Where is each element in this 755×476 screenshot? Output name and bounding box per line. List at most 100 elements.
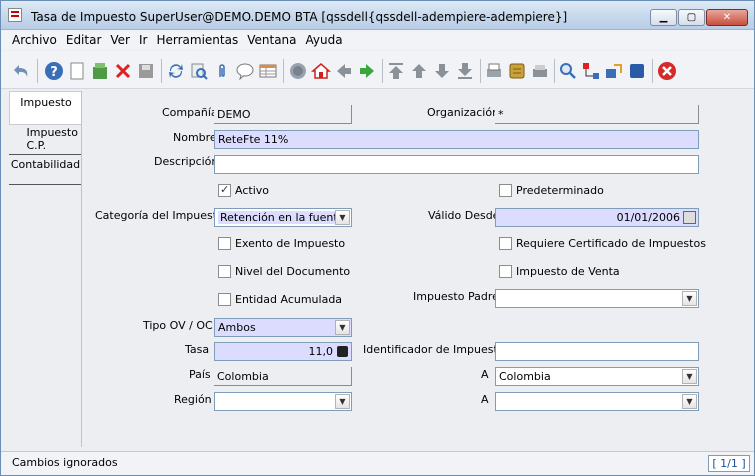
chevron-down-icon[interactable]: ▼ xyxy=(335,210,350,225)
record-position-indicator[interactable]: [ 1/1 ] xyxy=(708,455,750,472)
chat-button[interactable] xyxy=(234,60,256,82)
next-window-icon xyxy=(360,64,374,78)
tax-exempt-checkbox-box[interactable] xyxy=(218,237,231,250)
to-country-select[interactable]: Colombia ▼ xyxy=(495,367,699,386)
requires-tax-certificate-checkbox[interactable]: Requiere Certificado de Impuestos xyxy=(499,237,706,250)
tax-exempt-checkbox[interactable]: Exento de Impuesto xyxy=(218,237,345,250)
new-record-button[interactable] xyxy=(66,60,88,82)
chevron-down-icon[interactable]: ▼ xyxy=(335,320,350,335)
grid-toggle-button[interactable] xyxy=(257,60,279,82)
active-workflows-icon xyxy=(583,63,599,79)
previous-window-button[interactable] xyxy=(333,60,355,82)
refresh-icon xyxy=(169,64,183,78)
menu-ir[interactable]: Ir xyxy=(135,33,152,47)
next-record-button[interactable] xyxy=(431,60,453,82)
tax-indicator-label: Identificador de Impuesto xyxy=(363,343,505,356)
archive-button[interactable] xyxy=(506,60,528,82)
menu-editar[interactable]: Editar xyxy=(62,33,107,47)
find-button[interactable] xyxy=(188,60,210,82)
document-level-checkbox-box[interactable] xyxy=(218,265,231,278)
record-form: Compañía DEMO Organización * Nombre Rete… xyxy=(81,91,748,447)
name-label: Nombre xyxy=(173,131,217,144)
application-window: Tasa de Impuesto SuperUser@DEMO.DEMO BTA… xyxy=(0,0,755,476)
sales-tax-checkbox-box[interactable] xyxy=(499,265,512,278)
attachment-button[interactable] xyxy=(211,60,233,82)
app-icon xyxy=(8,8,22,22)
grid-toggle-icon xyxy=(259,64,277,78)
history-button[interactable] xyxy=(287,60,309,82)
chevron-down-icon[interactable]: ▼ xyxy=(682,394,697,409)
zoom-across-icon xyxy=(560,63,576,79)
sales-tax-checkbox[interactable]: Impuesto de Venta xyxy=(499,265,620,278)
tax-indicator-input[interactable] xyxy=(495,342,699,361)
print-button[interactable] xyxy=(529,60,551,82)
valid-from-label: Válido Desde xyxy=(428,209,500,222)
rate-input[interactable]: 11,0 xyxy=(214,342,352,361)
country-label: País xyxy=(189,368,211,381)
document-level-checkbox[interactable]: Nivel del Documento xyxy=(218,265,350,278)
copy-record-button[interactable] xyxy=(89,60,111,82)
chevron-down-icon[interactable]: ▼ xyxy=(335,394,350,409)
tab-label: Impuesto C.P. xyxy=(26,126,78,152)
end-button[interactable] xyxy=(656,60,678,82)
active-checkbox[interactable]: Activo xyxy=(218,183,269,197)
product-info-button[interactable] xyxy=(603,60,625,82)
to-region-select[interactable]: ▼ xyxy=(495,392,699,411)
name-input[interactable]: ReteFte 11% xyxy=(214,130,699,149)
previous-record-button[interactable] xyxy=(408,60,430,82)
delete-button[interactable] xyxy=(112,60,134,82)
home-button[interactable] xyxy=(310,60,332,82)
calculator-icon[interactable] xyxy=(337,346,348,357)
parent-tax-select[interactable]: ▼ xyxy=(495,289,699,308)
undo-icon xyxy=(14,65,28,77)
menu-archivo[interactable]: Archivo xyxy=(8,33,62,47)
report-button[interactable] xyxy=(483,60,505,82)
description-input[interactable] xyxy=(214,155,699,174)
menu-ver[interactable]: Ver xyxy=(106,33,135,47)
menu-herramientas[interactable]: Herramientas xyxy=(152,33,243,47)
active-checkbox-box[interactable] xyxy=(218,183,231,197)
first-record-icon xyxy=(389,63,403,79)
summary-level-checkbox-box[interactable] xyxy=(218,293,231,306)
last-record-button[interactable] xyxy=(454,60,476,82)
window-button[interactable] xyxy=(626,60,648,82)
first-record-button[interactable] xyxy=(385,60,407,82)
chevron-down-icon[interactable]: ▼ xyxy=(682,291,697,306)
svg-text:?: ? xyxy=(50,65,58,80)
new-record-icon xyxy=(70,62,84,80)
save-button[interactable] xyxy=(135,60,157,82)
default-checkbox-box[interactable] xyxy=(499,184,512,197)
menu-ayuda[interactable]: Ayuda xyxy=(302,33,348,47)
close-button[interactable]: ✕ xyxy=(706,9,748,26)
tab-label: Contabilidad xyxy=(10,158,81,171)
minimize-button[interactable]: ▁ xyxy=(650,9,677,26)
tab-contabilidad[interactable]: Contabilidad xyxy=(9,155,82,185)
window-title: Tasa de Impuesto SuperUser@DEMO.DEMO BTA… xyxy=(31,10,568,24)
refresh-button[interactable] xyxy=(165,60,187,82)
help-icon: ? xyxy=(45,62,63,80)
tax-category-select[interactable]: Retención en la fuente ▼ xyxy=(214,208,352,227)
zoom-across-button[interactable] xyxy=(557,60,579,82)
next-window-button[interactable] xyxy=(356,60,378,82)
active-workflows-button[interactable] xyxy=(580,60,602,82)
maximize-button[interactable]: ▢ xyxy=(678,9,705,26)
so-po-type-select[interactable]: Ambos ▼ xyxy=(214,318,352,337)
chevron-down-icon[interactable]: ▼ xyxy=(682,369,697,384)
region-select[interactable]: ▼ xyxy=(214,392,352,411)
rate-label: Tasa xyxy=(185,343,210,356)
tab-label: Impuesto xyxy=(20,96,72,109)
valid-from-date[interactable]: 01/01/2006 xyxy=(495,208,699,227)
delete-icon xyxy=(115,63,131,79)
menu-ventana[interactable]: Ventana xyxy=(243,33,301,47)
help-button[interactable]: ? xyxy=(43,60,65,82)
company-field: DEMO xyxy=(214,105,352,124)
previous-record-icon xyxy=(412,64,426,78)
default-checkbox[interactable]: Predeterminado xyxy=(499,184,604,197)
requires-tax-certificate-checkbox-box[interactable] xyxy=(499,237,512,250)
calendar-icon[interactable] xyxy=(683,211,696,224)
tab-impuesto-cp[interactable]: Impuesto C.P. xyxy=(9,124,82,155)
tab-impuesto[interactable]: Impuesto xyxy=(9,91,82,125)
summary-level-checkbox[interactable]: Entidad Acumulada xyxy=(218,293,342,306)
undo-button[interactable] xyxy=(11,60,33,82)
organization-label: Organización xyxy=(427,106,500,119)
